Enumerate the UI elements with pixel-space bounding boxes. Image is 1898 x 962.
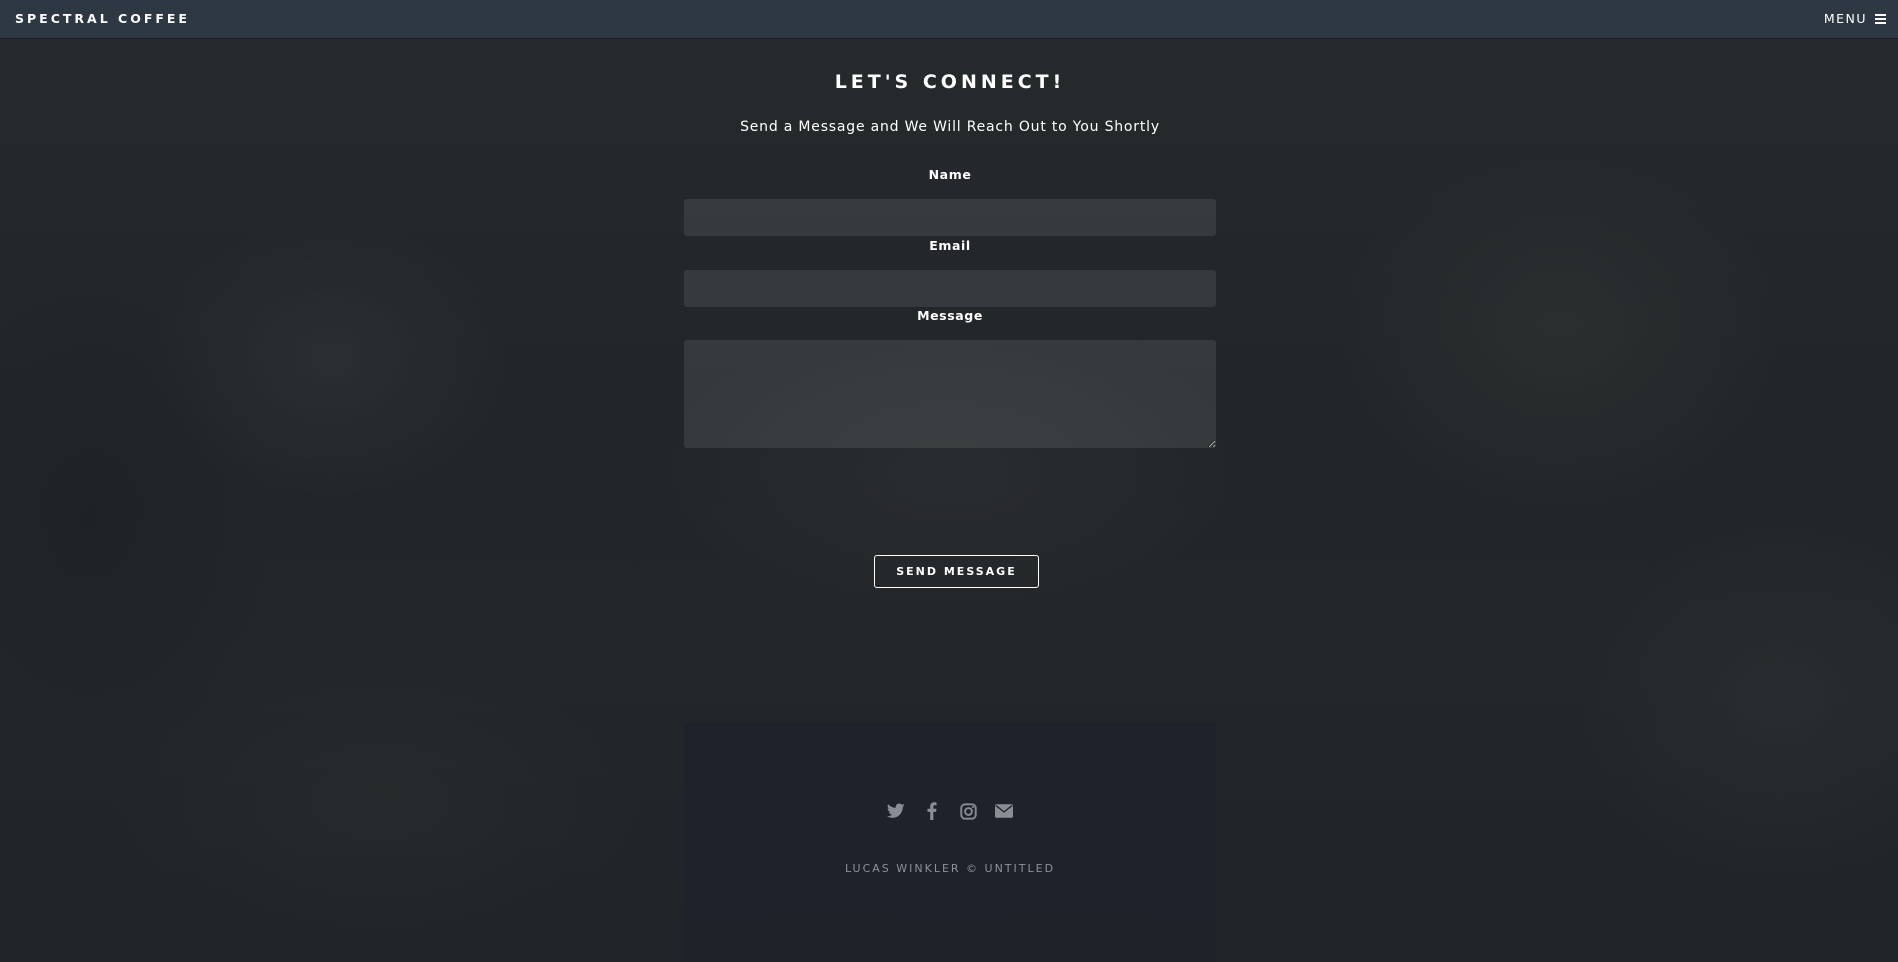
page-subtitle: Send a Message and We Will Reach Out to … xyxy=(740,119,1160,135)
site-header: SPECTRAL COFFEE MENU xyxy=(0,0,1898,38)
hamburger-icon xyxy=(1875,13,1886,24)
footer-copyright: LUCAS WINKLER © UNTITLED xyxy=(844,862,1056,875)
menu-button[interactable]: MENU xyxy=(1824,11,1886,26)
name-label: Name xyxy=(928,167,972,182)
envelope-icon[interactable] xyxy=(995,802,1013,820)
message-label: Message xyxy=(917,308,983,323)
page-title: LET'S CONNECT! xyxy=(834,71,1066,93)
site-brand[interactable]: SPECTRAL COFFEE xyxy=(15,11,190,26)
facebook-icon[interactable] xyxy=(923,802,941,820)
social-links xyxy=(684,802,1216,820)
twitter-icon[interactable] xyxy=(887,802,905,820)
site-footer: LUCAS WINKLER © UNTITLED xyxy=(684,722,1216,962)
send-message-button[interactable]: SEND MESSAGE xyxy=(874,555,1039,588)
instagram-icon[interactable] xyxy=(959,802,977,820)
name-field[interactable] xyxy=(684,199,1216,236)
menu-label: MENU xyxy=(1823,11,1867,26)
message-field[interactable] xyxy=(684,340,1216,448)
email-field[interactable] xyxy=(684,270,1216,307)
email-label: Email xyxy=(929,238,971,253)
